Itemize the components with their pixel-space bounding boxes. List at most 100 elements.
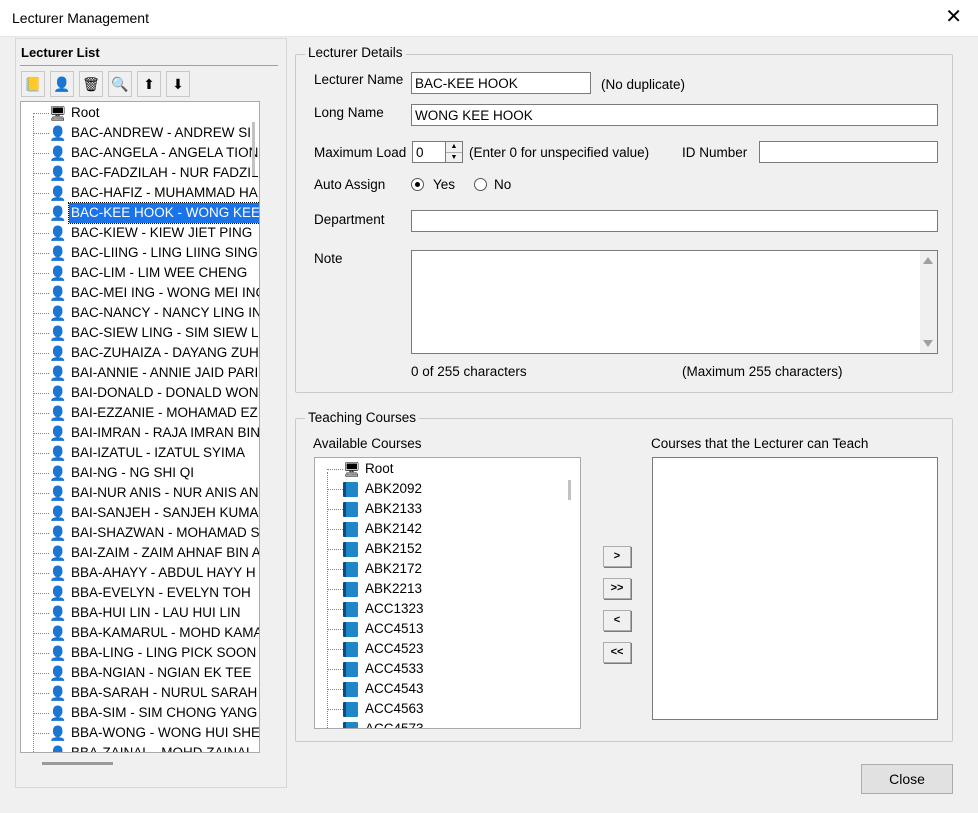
- tree-item[interactable]: ACC4523: [315, 639, 580, 659]
- tree-item[interactable]: ABK2152: [315, 539, 580, 559]
- tree-item[interactable]: ABK2133: [315, 499, 580, 519]
- auto-assign-no-radio[interactable]: [474, 178, 487, 191]
- tree-item[interactable]: 👤 BAI-SHAZWAN - MOHAMAD S: [21, 523, 259, 543]
- lecturer-tree[interactable]: 🖥 Root 👤 BAC-ANDREW - ANDREW SI 👤 BAC-ANGELA …: [20, 101, 260, 753]
- search-person-icon: 🔍: [111, 75, 129, 92]
- tree-item[interactable]: ACC4563: [315, 699, 580, 719]
- teach-courses-list[interactable]: [652, 457, 938, 720]
- tree-item[interactable]: 👤 BBA-WONG - WONG HUI SHE: [21, 723, 259, 743]
- maximum-load-stepper[interactable]: ▲ ▼: [412, 141, 464, 163]
- tree-item[interactable]: 👤 BAC-KEE HOOK - WONG KEE: [21, 202, 259, 224]
- course-book-icon: [343, 662, 358, 677]
- move-down-button[interactable]: ⬇: [166, 71, 190, 97]
- note-scrollbar[interactable]: [920, 251, 937, 353]
- tree-item-label: ACC4543: [365, 681, 424, 696]
- available-courses-tree[interactable]: 🖥 Root ABK2092 ABK2133 ABK2142 ABK2152 ABK2172…: [314, 457, 581, 729]
- note-textarea[interactable]: [411, 250, 938, 354]
- tree-item[interactable]: 👤 BAI-NG - NG SHI QI: [21, 463, 259, 483]
- tree-item[interactable]: 👤 BAI-SANJEH - SANJEH KUMA: [21, 503, 259, 523]
- tree-dots: [33, 233, 49, 234]
- stepper-down-icon[interactable]: ▼: [446, 153, 462, 163]
- tree-item-label: ABK2152: [365, 541, 423, 556]
- tree-dots: [33, 613, 49, 614]
- add-all-courses-button[interactable]: >>: [603, 578, 631, 599]
- tree-root[interactable]: 🖥 Root: [21, 103, 259, 123]
- maximum-load-input[interactable]: [412, 141, 446, 163]
- remove-all-courses-button[interactable]: <<: [603, 642, 631, 663]
- tree-item[interactable]: 👤 BAC-NANCY - NANCY LING IN: [21, 303, 259, 323]
- new-lecturer-button[interactable]: 📒: [21, 71, 45, 97]
- tree-item[interactable]: ACC1323: [315, 599, 580, 619]
- tree-item[interactable]: 👤 BBA-HUI LIN - LAU HUI LIN: [21, 603, 259, 623]
- tree-item-label: BAC-MEI ING - WONG MEI INC: [71, 285, 260, 300]
- tree-item[interactable]: 👤 BAI-IMRAN - RAJA IMRAN BIN: [21, 423, 259, 443]
- lecturer-tree-hscrollbar[interactable]: [42, 762, 113, 765]
- tree-item[interactable]: ABK2142: [315, 519, 580, 539]
- tree-item-label: BAI-SANJEH - SANJEH KUMA: [71, 505, 259, 520]
- tree-item[interactable]: 👤 BBA-SARAH - NURUL SARAH: [21, 683, 259, 703]
- tree-item[interactable]: 👤 BAC-ANGELA - ANGELA TION: [21, 143, 259, 163]
- tree-item[interactable]: 👤 BAI-EZZANIE - MOHAMAD EZ: [21, 403, 259, 423]
- tree-item[interactable]: 👤 BBA-NGIAN - NGIAN EK TEE: [21, 663, 259, 683]
- tree-item[interactable]: 👤 BAC-LIM - LIM WEE CHENG: [21, 263, 259, 283]
- tree-item[interactable]: ABK2213: [315, 579, 580, 599]
- tree-item[interactable]: 👤 BBA-SIM - SIM CHONG YANG: [21, 703, 259, 723]
- divider: [20, 65, 278, 66]
- delete-lecturer-button[interactable]: 🗑: [79, 71, 103, 97]
- tree-item[interactable]: 👤 BAI-DONALD - DONALD WON: [21, 383, 259, 403]
- tree-item[interactable]: ACC4533: [315, 659, 580, 679]
- tree-item[interactable]: 👤 BBA-EVELYN - EVELYN TOH: [21, 583, 259, 603]
- tree-item[interactable]: 👤 BAC-LIING - LING LIING SING: [21, 243, 259, 263]
- tree-item-label: BAC-ANDREW - ANDREW SI: [71, 125, 252, 140]
- scroll-down-icon[interactable]: [923, 340, 933, 347]
- lecturer-icon: 👤: [49, 725, 67, 741]
- tree-item[interactable]: 👤 BAC-KIEW - KIEW JIET PING: [21, 223, 259, 243]
- add-lecturer-button[interactable]: 👤: [50, 71, 74, 97]
- close-window-icon[interactable]: ✕: [945, 6, 962, 28]
- tree-item[interactable]: 👤 BBA-LING - LING PICK SOON: [21, 643, 259, 663]
- lecturer-icon: 👤: [49, 465, 67, 481]
- tree-item[interactable]: ABK2172: [315, 559, 580, 579]
- tree-item[interactable]: 👤 BAI-ZAIM - ZAIM AHNAF BIN A: [21, 543, 259, 563]
- id-number-label: ID Number: [682, 145, 748, 160]
- move-up-button[interactable]: ⬆: [137, 71, 161, 97]
- tree-root[interactable]: 🖥 Root: [315, 459, 580, 479]
- tree-item[interactable]: 👤 BBA-ZAINAL - MOHD ZAINAL: [21, 743, 259, 752]
- close-button[interactable]: Close: [861, 764, 953, 794]
- tree-dots: [33, 673, 49, 674]
- remove-course-button[interactable]: <: [603, 610, 631, 631]
- id-number-input[interactable]: [759, 141, 938, 163]
- tree-item[interactable]: 👤 BBA-KAMARUL - MOHD KAMA: [21, 623, 259, 643]
- tree-item[interactable]: 👤 BBA-AHAYY - ABDUL HAYY H: [21, 563, 259, 583]
- tree-dots: [327, 629, 343, 630]
- tree-item[interactable]: 👤 BAC-MEI ING - WONG MEI INC: [21, 283, 259, 303]
- tree-item[interactable]: 👤 BAI-ANNIE - ANNIE JAID PARI: [21, 363, 259, 383]
- lecturer-tree-scrollbar[interactable]: [252, 122, 255, 176]
- tree-item[interactable]: 👤 BAC-FADZILAH - NUR FADZIL: [21, 163, 259, 183]
- tree-item[interactable]: ACC4573: [315, 719, 580, 728]
- lecturer-name-input[interactable]: [411, 72, 591, 94]
- tree-item[interactable]: 👤 BAI-IZATUL - IZATUL SYIMA: [21, 443, 259, 463]
- tree-dots: [327, 489, 343, 490]
- find-lecturer-button[interactable]: 🔍: [108, 71, 132, 97]
- scroll-up-icon[interactable]: [923, 257, 933, 264]
- tree-item[interactable]: 👤 BAI-NUR ANIS - NUR ANIS AN: [21, 483, 259, 503]
- tree-dots: [33, 193, 49, 194]
- lecturer-details-legend: Lecturer Details: [305, 45, 406, 60]
- courses-tree-scrollbar[interactable]: [568, 480, 571, 500]
- stepper-buttons[interactable]: ▲ ▼: [446, 141, 463, 163]
- tree-item-label: Root: [365, 461, 394, 476]
- tree-item[interactable]: ACC4513: [315, 619, 580, 639]
- long-name-input[interactable]: [411, 104, 938, 126]
- tree-item[interactable]: 👤 BAC-ZUHAIZA - DAYANG ZUH: [21, 343, 259, 363]
- tree-item[interactable]: 👤 BAC-ANDREW - ANDREW SI: [21, 123, 259, 143]
- department-input[interactable]: [411, 210, 938, 232]
- tree-item[interactable]: ACC4543: [315, 679, 580, 699]
- add-course-button[interactable]: >: [603, 546, 631, 567]
- tree-item[interactable]: ABK2092: [315, 479, 580, 499]
- auto-assign-yes-radio[interactable]: [411, 178, 424, 191]
- stepper-up-icon[interactable]: ▲: [446, 142, 462, 153]
- tree-item[interactable]: 👤 BAC-HAFIZ - MUHAMMAD HA: [21, 183, 259, 203]
- course-book-icon: [343, 582, 358, 597]
- tree-item[interactable]: 👤 BAC-SIEW LING - SIM SIEW L: [21, 323, 259, 343]
